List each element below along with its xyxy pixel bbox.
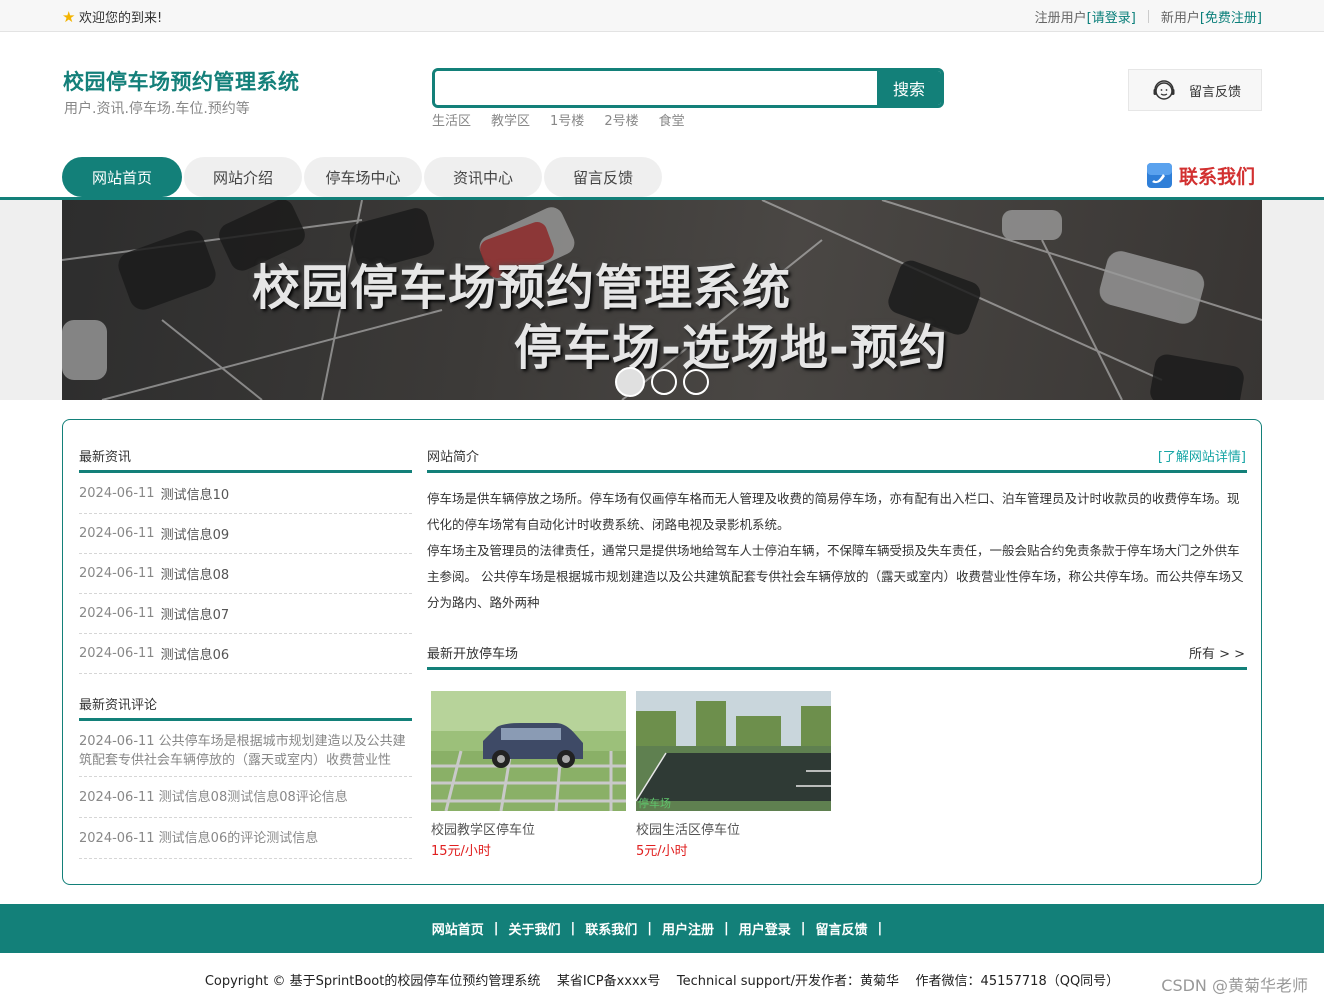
news-item[interactable]: 2024-06-11 测试信息09 bbox=[79, 514, 412, 554]
footer-link-register[interactable]: 用户注册 bbox=[662, 919, 714, 938]
welcome-message: ★ 欢迎您的到来! bbox=[62, 7, 163, 27]
parking-lot-image[interactable]: 停车场 bbox=[636, 691, 831, 811]
feedback-label: 留言反馈 bbox=[1189, 84, 1242, 100]
intro-more-link[interactable]: [了解网站详情] bbox=[1158, 446, 1246, 465]
news-item[interactable]: 2024-06-11 测试信息07 bbox=[79, 594, 412, 634]
search-button[interactable]: 搜索 bbox=[877, 71, 941, 105]
intro-paragraph: 停车场主及管理员的法律责任，通常只是提供场地给驾车人士停泊车辆，不保障车辆受损及… bbox=[427, 543, 1244, 610]
login-link[interactable]: [请登录] bbox=[1087, 7, 1136, 26]
nav-feedback[interactable]: 留言反馈 bbox=[544, 157, 662, 197]
hot-keywords: 生活区 教学区 1号楼 2号楼 食堂 bbox=[432, 110, 685, 129]
search-input[interactable] bbox=[435, 71, 877, 105]
section-underline bbox=[427, 470, 1247, 473]
footer-separator: | bbox=[800, 921, 806, 936]
carousel-dot-active[interactable] bbox=[615, 367, 645, 397]
comments-list: 2024-06-11 公共停车场是根据城市规划建造以及公共建筑配套专供社会车辆停… bbox=[79, 728, 412, 859]
parking-lot-card[interactable]: 停车场 校园生活区停车位 5元/小时 bbox=[636, 691, 831, 859]
search-bar: 搜索 bbox=[432, 68, 944, 108]
footer-separator: | bbox=[877, 921, 883, 936]
divider bbox=[1147, 10, 1149, 23]
comment-item[interactable]: 2024-06-11 公共停车场是根据城市规划建造以及公共建筑配套专供社会车辆停… bbox=[79, 728, 412, 777]
new-user-label: 新用户 bbox=[1160, 11, 1200, 26]
user-links: 注册用户 [请登录] 新用户 [免费注册] bbox=[1035, 7, 1262, 26]
nav-parking-center[interactable]: 停车场中心 bbox=[304, 157, 422, 197]
feedback-button[interactable]: 留言反馈 bbox=[1128, 69, 1262, 111]
news-date: 2024-06-11 bbox=[79, 566, 155, 581]
hot-keyword[interactable]: 2号楼 bbox=[604, 110, 638, 129]
news-date: 2024-06-11 bbox=[79, 526, 155, 541]
news-section-title: 最新资讯 bbox=[79, 450, 132, 465]
site-subtitle: 用户.资讯.停车场.车位.预约等 bbox=[64, 101, 250, 117]
footer-link-feedback[interactable]: 留言反馈 bbox=[816, 919, 868, 938]
news-title: 测试信息07 bbox=[160, 608, 230, 623]
news-title: 测试信息06 bbox=[160, 648, 230, 663]
footer-link-contact[interactable]: 联系我们 bbox=[585, 919, 637, 938]
lots-section-title: 最新开放停车场 bbox=[427, 647, 519, 662]
carousel-dot[interactable] bbox=[651, 369, 677, 395]
parking-sign-text: 停车场 bbox=[638, 796, 671, 810]
hot-keyword[interactable]: 教学区 bbox=[491, 110, 530, 129]
news-title: 测试信息10 bbox=[160, 488, 230, 503]
parking-lot-price: 5元/小时 bbox=[636, 844, 688, 859]
copyright: Copyright © 基于SprintBoot的校园停车位预约管理系统 某省I… bbox=[204, 974, 1120, 989]
parking-lot-card[interactable]: 校园教学区停车位 15元/小时 bbox=[431, 691, 626, 859]
comment-item[interactable]: 2024-06-11 测试信息08测试信息08评论信息 bbox=[79, 777, 412, 818]
news-date: 2024-06-11 bbox=[79, 486, 155, 501]
news-list: 2024-06-11 测试信息10 2024-06-11 测试信息09 2024-0… bbox=[79, 474, 412, 674]
footer-link-about[interactable]: 关于我们 bbox=[508, 919, 560, 938]
signup-link[interactable]: [免费注册] bbox=[1200, 7, 1262, 26]
carousel-dot[interactable] bbox=[683, 369, 709, 395]
news-date: 2024-06-11 bbox=[79, 646, 155, 661]
section-underline bbox=[427, 667, 1247, 670]
contact-us-label: 联系我们 bbox=[1179, 166, 1256, 188]
section-underline bbox=[79, 718, 412, 721]
hot-keyword[interactable]: 食堂 bbox=[659, 110, 685, 129]
nav-news-center[interactable]: 资讯中心 bbox=[424, 157, 542, 197]
parking-lot-price: 15元/小时 bbox=[431, 844, 491, 859]
footer-separator: | bbox=[647, 921, 652, 936]
intro-paragraph: 停车场是供车辆停放之场所。停车场有仅画停车格而无人管理及收费的简易停车场，亦有配… bbox=[427, 491, 1240, 532]
nav-home[interactable]: 网站首页 bbox=[62, 157, 182, 197]
site-title[interactable]: 校园停车场预约管理系统 bbox=[63, 66, 300, 96]
comment-item[interactable]: 2024-06-11 测试信息06的评论测试信息 bbox=[79, 818, 412, 859]
section-underline bbox=[79, 470, 412, 473]
footer-link-home[interactable]: 网站首页 bbox=[432, 919, 484, 938]
comments-section-title: 最新资讯评论 bbox=[79, 698, 158, 713]
star-icon: ★ bbox=[62, 7, 76, 26]
footer-separator: | bbox=[493, 921, 499, 936]
parking-lot-name[interactable]: 校园教学区停车位 bbox=[431, 819, 626, 838]
hot-keyword[interactable]: 1号楼 bbox=[550, 110, 584, 129]
footer-nav: 网站首页 | 关于我们 | 联系我们 | 用户注册 | 用户登录 | 留言反馈 | bbox=[0, 904, 1324, 953]
watermark: CSDN @黄菊华老师 bbox=[1161, 976, 1308, 995]
footer-separator: | bbox=[570, 921, 576, 936]
phone-icon bbox=[1147, 163, 1172, 188]
hot-keyword[interactable]: 生活区 bbox=[432, 110, 471, 129]
carousel-dots bbox=[615, 367, 709, 397]
news-item[interactable]: 2024-06-11 测试信息10 bbox=[79, 474, 412, 514]
parking-lot-list: 校园教学区停车位 15元/小时 停车场 校园生活区停车位 5元/小时 bbox=[431, 691, 831, 859]
intro-text: 停车场是供车辆停放之场所。停车场有仅画停车格而无人管理及收费的简易停车场，亦有配… bbox=[427, 486, 1247, 616]
headset-icon bbox=[1153, 80, 1175, 100]
nav-about[interactable]: 网站介绍 bbox=[184, 157, 302, 197]
parking-lot-name[interactable]: 校园生活区停车位 bbox=[636, 819, 831, 838]
main-content: 最新资讯 2024-06-11 测试信息10 2024-06-11 测试信息09 2… bbox=[62, 419, 1262, 885]
main-nav: 网站首页 网站介绍 停车场中心 资讯中心 留言反馈 bbox=[62, 157, 662, 197]
news-title: 测试信息08 bbox=[160, 568, 230, 583]
news-item[interactable]: 2024-06-11 测试信息08 bbox=[79, 554, 412, 594]
news-title: 测试信息09 bbox=[160, 528, 230, 543]
parking-lot-image[interactable] bbox=[431, 691, 626, 811]
register-label: 注册用户 bbox=[1034, 11, 1087, 26]
footer-separator: | bbox=[724, 921, 729, 936]
lots-more-link[interactable]: 所有 > > bbox=[1189, 643, 1245, 662]
top-bar: ★ 欢迎您的到来! 注册用户 [请登录] 新用户 [免费注册] bbox=[0, 0, 1324, 32]
intro-section-title: 网站简介 bbox=[427, 450, 480, 465]
news-item[interactable]: 2024-06-11 测试信息06 bbox=[79, 634, 412, 674]
banner-tagline: 停车场-选场地-预约 bbox=[514, 320, 948, 376]
hero-banner[interactable]: 校园停车场预约管理系统 停车场-选场地-预约 bbox=[62, 200, 1262, 400]
contact-us-link[interactable]: 联系我们 bbox=[1146, 162, 1255, 189]
footer-link-login[interactable]: 用户登录 bbox=[739, 919, 791, 938]
news-date: 2024-06-11 bbox=[79, 606, 155, 621]
welcome-text: 欢迎您的到来! bbox=[79, 11, 163, 26]
